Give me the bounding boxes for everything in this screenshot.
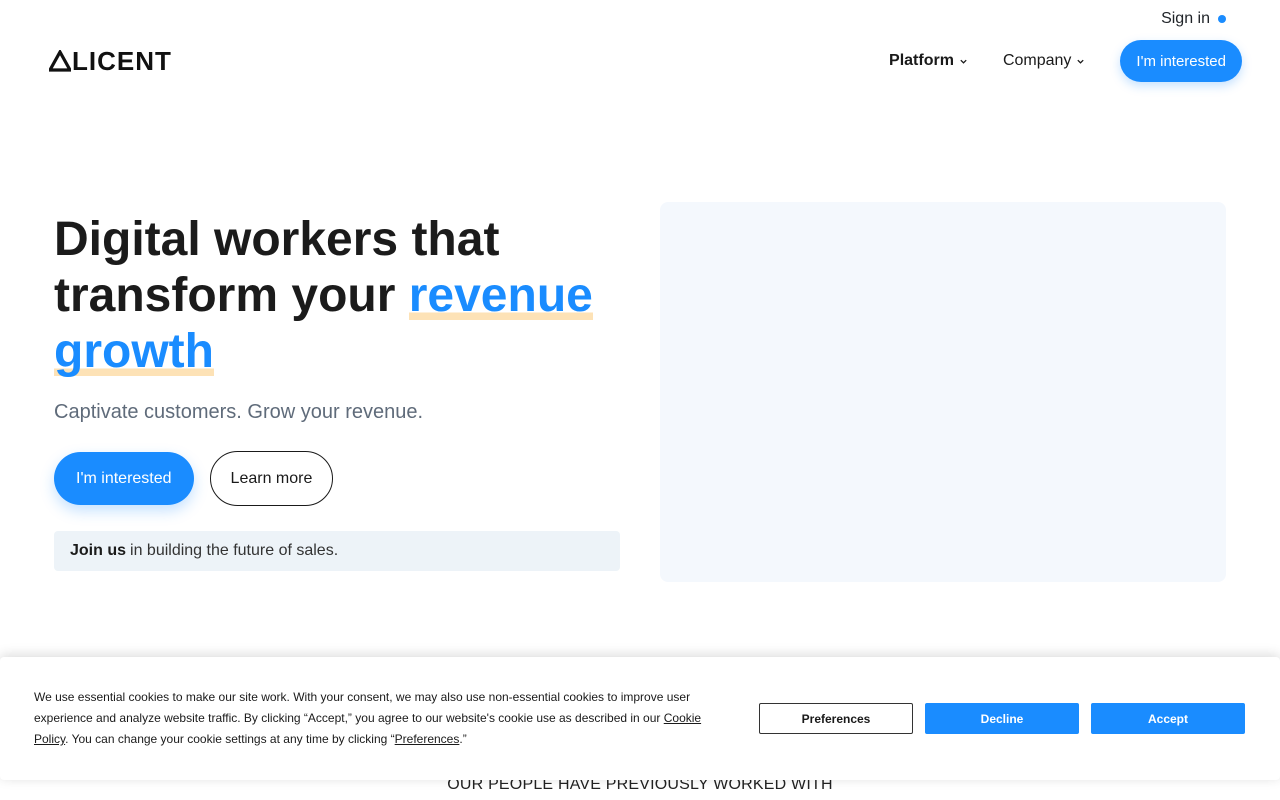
join-us-bold: Join us [70, 542, 127, 559]
nav-platform-label: Platform [889, 52, 954, 69]
hero-media-placeholder [660, 202, 1226, 582]
cookie-preferences-button[interactable]: Preferences [759, 703, 913, 734]
hero-title-highlight-growth: growth [54, 325, 214, 378]
chevron-down-icon [960, 59, 967, 64]
nav-company[interactable]: Company [1003, 52, 1085, 70]
nav-platform[interactable]: Platform [889, 52, 968, 70]
sign-in-link[interactable]: Sign in [1161, 10, 1226, 28]
logo-text: LICENT [72, 46, 172, 76]
hero-title: Digital workers that transform your reve… [54, 212, 634, 380]
learn-more-button[interactable]: Learn more [209, 451, 334, 506]
hero-title-highlight-revenue: revenue [408, 269, 593, 322]
join-us-text: in building the future of sales. [130, 542, 339, 559]
cookie-accept-button[interactable]: Accept [1091, 703, 1245, 734]
cookie-text-part3: .” [459, 732, 467, 746]
cookie-banner: We use essential cookies to make our sit… [0, 657, 1280, 780]
cookie-decline-button[interactable]: Decline [925, 703, 1079, 734]
cookie-text-part1: We use essential cookies to make our sit… [34, 690, 691, 725]
sign-in-label: Sign in [1161, 10, 1210, 27]
nav-company-label: Company [1002, 52, 1072, 69]
delta-logo-icon [49, 50, 71, 72]
site-header: LICENT Platform Company I'm interested [0, 40, 1280, 82]
hero-interested-button[interactable]: I'm interested [54, 452, 194, 505]
cookie-preferences-link[interactable]: Preferences [395, 732, 460, 746]
cookie-buttons: Preferences Decline Accept [759, 703, 1245, 734]
main-nav: Platform Company I'm interested [889, 40, 1242, 82]
logo[interactable]: LICENT [49, 48, 172, 74]
cookie-text: We use essential cookies to make our sit… [34, 687, 724, 750]
hero-cta-row: I'm interested Learn more [54, 451, 334, 506]
cookie-text-part2: . You can change your cookie settings at… [65, 732, 395, 746]
hero-subtitle: Captivate customers. Grow your revenue. [54, 401, 424, 423]
join-us-banner[interactable]: Join us in building the future of sales. [54, 531, 620, 571]
status-dot-icon [1218, 15, 1226, 23]
header-interested-button[interactable]: I'm interested [1120, 40, 1242, 82]
chevron-down-icon [1077, 59, 1085, 64]
